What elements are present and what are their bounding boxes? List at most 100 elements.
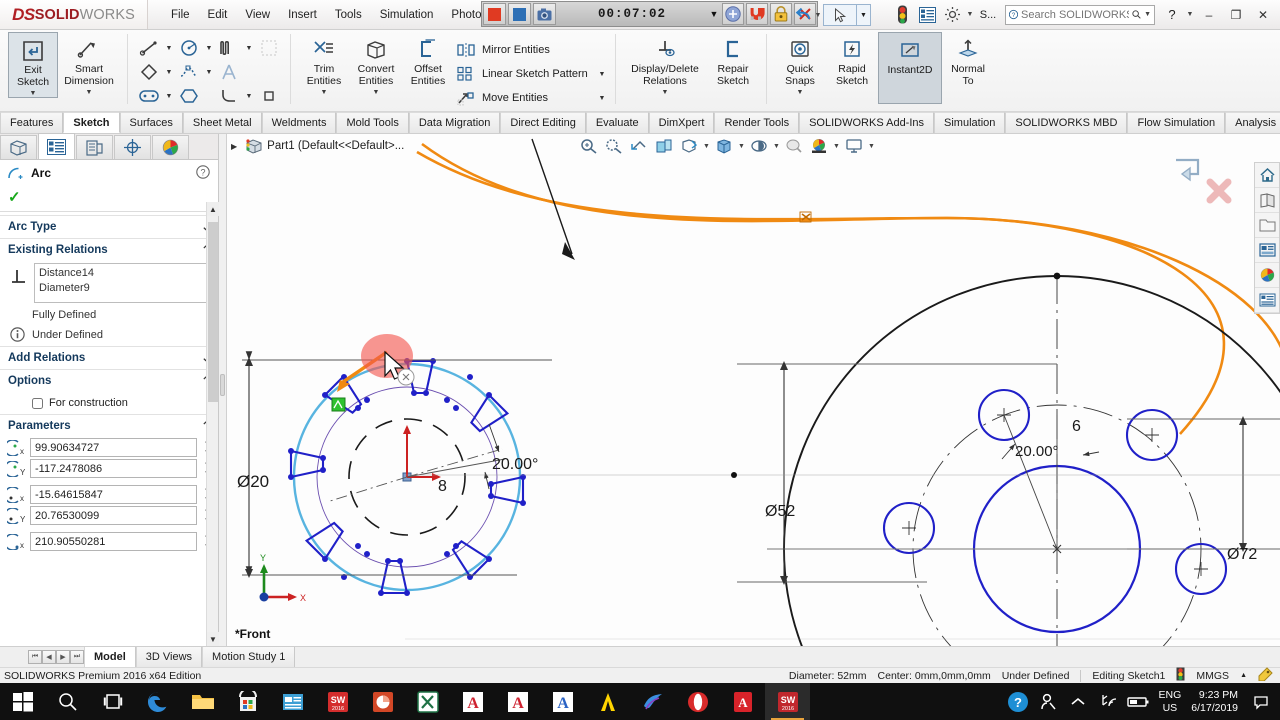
tab-mold-tools[interactable]: Mold Tools	[336, 112, 409, 133]
tab-surfaces[interactable]: Surfaces	[119, 112, 183, 133]
tab-dimxpert[interactable]: DimXpert	[648, 112, 715, 133]
quick-snaps-dropdown-icon[interactable]: ▼	[797, 89, 804, 96]
for-construction-checkbox[interactable]	[32, 397, 43, 409]
clock[interactable]: 9:23 PM 6/17/2019	[1187, 689, 1246, 715]
minimize-button[interactable]: –	[1196, 3, 1222, 27]
tab-analysis-preparation[interactable]: Analysis Preparation	[1225, 112, 1280, 133]
convert-entities-button[interactable]: Convert Entities ▼	[350, 32, 402, 96]
recorder-stop-button[interactable]	[483, 3, 506, 25]
display-delete-dropdown-icon[interactable]: ▼	[662, 89, 669, 96]
tab-evaluate[interactable]: Evaluate	[585, 112, 649, 133]
exit-sketch-button[interactable]: Exit Sketch ▼	[8, 32, 58, 98]
menu-file[interactable]: File	[162, 5, 199, 25]
bottom-tab-model[interactable]: Model	[84, 647, 136, 667]
units-caret-icon[interactable]: ▲	[1240, 672, 1247, 679]
scroll-up-arrow-icon[interactable]: ▲	[207, 202, 219, 216]
splitter-grip[interactable]	[220, 374, 225, 396]
polygon-dropdown-icon[interactable]: ▼	[163, 69, 175, 76]
zoom-to-area-icon[interactable]	[602, 135, 626, 157]
opera-icon[interactable]	[675, 683, 720, 720]
property-manager-help-icon[interactable]: ?	[196, 164, 210, 182]
recorder-pause-button[interactable]	[508, 3, 531, 25]
tab-direct-editing[interactable]: Direct Editing	[500, 112, 586, 133]
bluetooth-wifi-icon[interactable]	[1093, 683, 1123, 720]
ansys-a-icon[interactable]: A	[450, 683, 495, 720]
parabola-dropdown-icon[interactable]: ▼	[243, 45, 255, 52]
trim-entities-button[interactable]: Trim Entities ▼	[298, 32, 350, 96]
edge-icon[interactable]	[135, 683, 180, 720]
section-parameters[interactable]: Parameters ⌃	[0, 414, 218, 437]
tab-features[interactable]: Features	[0, 112, 64, 133]
accept-check-icon[interactable]: ✓	[8, 188, 21, 206]
apply-scene-caret-icon[interactable]: ▼	[832, 143, 841, 150]
quick-snaps-button[interactable]: Quick Snaps ▼	[774, 32, 826, 96]
feature-manager-tree-tab[interactable]	[0, 135, 37, 159]
instant2d-button[interactable]: Instant2D	[878, 32, 942, 104]
smart-dimension-button[interactable]: Smart Dimension ▼	[58, 32, 120, 96]
nav-prev-icon[interactable]: ◀	[42, 650, 56, 664]
tab-sheet-metal[interactable]: Sheet Metal	[182, 112, 262, 133]
previous-view-icon[interactable]	[627, 135, 651, 157]
section-add-relations[interactable]: Add Relations ⌄	[0, 346, 218, 369]
menu-simulation[interactable]: Simulation	[371, 5, 443, 25]
linear-sketch-pattern-row[interactable]: Linear Sketch Pattern ▼	[454, 62, 608, 86]
view-settings-icon[interactable]	[842, 135, 866, 157]
select-tool-caret-icon[interactable]: ▼	[857, 4, 871, 26]
start-icon[interactable]	[0, 683, 45, 720]
spline-dropdown-icon[interactable]: ▼	[203, 69, 215, 76]
panel-splitter[interactable]	[219, 134, 227, 646]
search-icon[interactable]	[45, 683, 90, 720]
display-style-icon[interactable]	[712, 135, 736, 157]
recorder-dropdown-caret-icon[interactable]: ▼	[707, 9, 721, 19]
menu-view[interactable]: View	[236, 5, 279, 25]
center-y-input[interactable]	[30, 459, 197, 478]
slot-icon[interactable]	[135, 85, 163, 108]
microsoft-store-icon[interactable]	[225, 683, 270, 720]
mirror-entities-row[interactable]: Mirror Entities	[454, 38, 608, 62]
section-view-icon[interactable]	[652, 135, 676, 157]
file-explorer-icon[interactable]	[180, 683, 225, 720]
tab-data-migration[interactable]: Data Migration	[408, 112, 501, 133]
property-manager-scrollbar[interactable]: ▲ ▼	[206, 202, 219, 646]
view-orientation-caret-icon[interactable]: ▼	[702, 143, 711, 150]
offset-entities-button[interactable]: Offset Entities	[402, 32, 454, 87]
section-options[interactable]: Options ⌃	[0, 369, 218, 392]
relation-item-1[interactable]: Diameter9	[39, 281, 205, 296]
recorder-camera-button[interactable]	[533, 3, 556, 25]
trim-dropdown-icon[interactable]: ▼	[321, 89, 328, 96]
tree-expand-icon[interactable]: ▶	[229, 142, 239, 151]
section-arc-type[interactable]: Arc Type ⌄	[0, 215, 218, 238]
relation-item-0[interactable]: Distance14	[39, 266, 205, 281]
scroll-down-arrow-icon[interactable]: ▼	[207, 632, 219, 646]
mail-icon[interactable]	[630, 683, 675, 720]
search-caret-icon[interactable]: ▼	[1144, 11, 1151, 18]
convert-dropdown-icon[interactable]: ▼	[373, 89, 380, 96]
display-style-caret-icon[interactable]: ▼	[737, 143, 746, 150]
home-icon[interactable]	[1255, 163, 1279, 188]
solidworks-2016-icon[interactable]: SW 2016	[315, 683, 360, 720]
end-x-input[interactable]	[30, 532, 197, 551]
move-entities-row[interactable]: Move Entities ▼	[454, 86, 608, 110]
nav-last-icon[interactable]: ⏭	[70, 650, 84, 664]
tab-render-tools[interactable]: Render Tools	[714, 112, 800, 133]
hide-show-caret-icon[interactable]: ▼	[772, 143, 781, 150]
bottom-tab-motion-study[interactable]: Motion Study 1	[202, 647, 296, 667]
sticky-notes-icon[interactable]	[270, 683, 315, 720]
ansys-logo-icon[interactable]	[585, 683, 630, 720]
tab-simulation[interactable]: Simulation	[934, 112, 1006, 133]
help-caret-icon[interactable]: ▼	[1185, 11, 1195, 18]
help-search-box[interactable]: ? ▼	[1005, 4, 1155, 25]
edit-appearance-icon[interactable]	[782, 135, 806, 157]
menu-edit[interactable]: Edit	[199, 5, 237, 25]
spline-tool-icon[interactable]	[175, 61, 203, 84]
section-existing-relations[interactable]: Existing Relations ⌃	[0, 238, 218, 261]
polygon-icon[interactable]	[135, 61, 163, 84]
exit-sketch-dropdown-icon[interactable]: ▼	[30, 90, 37, 97]
fillet-icon[interactable]	[215, 85, 243, 108]
graphics-area[interactable]: 20.00° 8 Ø20 20.00° 6 Ø52 Ø72 Y X *Front…	[227, 134, 1280, 646]
apply-scene-icon[interactable]	[807, 135, 831, 157]
appearances-icon[interactable]	[1255, 263, 1279, 288]
help-circle-icon[interactable]: ?	[1003, 683, 1033, 720]
acrobat-icon[interactable]: A	[720, 683, 765, 720]
start-x-input[interactable]	[30, 485, 197, 504]
